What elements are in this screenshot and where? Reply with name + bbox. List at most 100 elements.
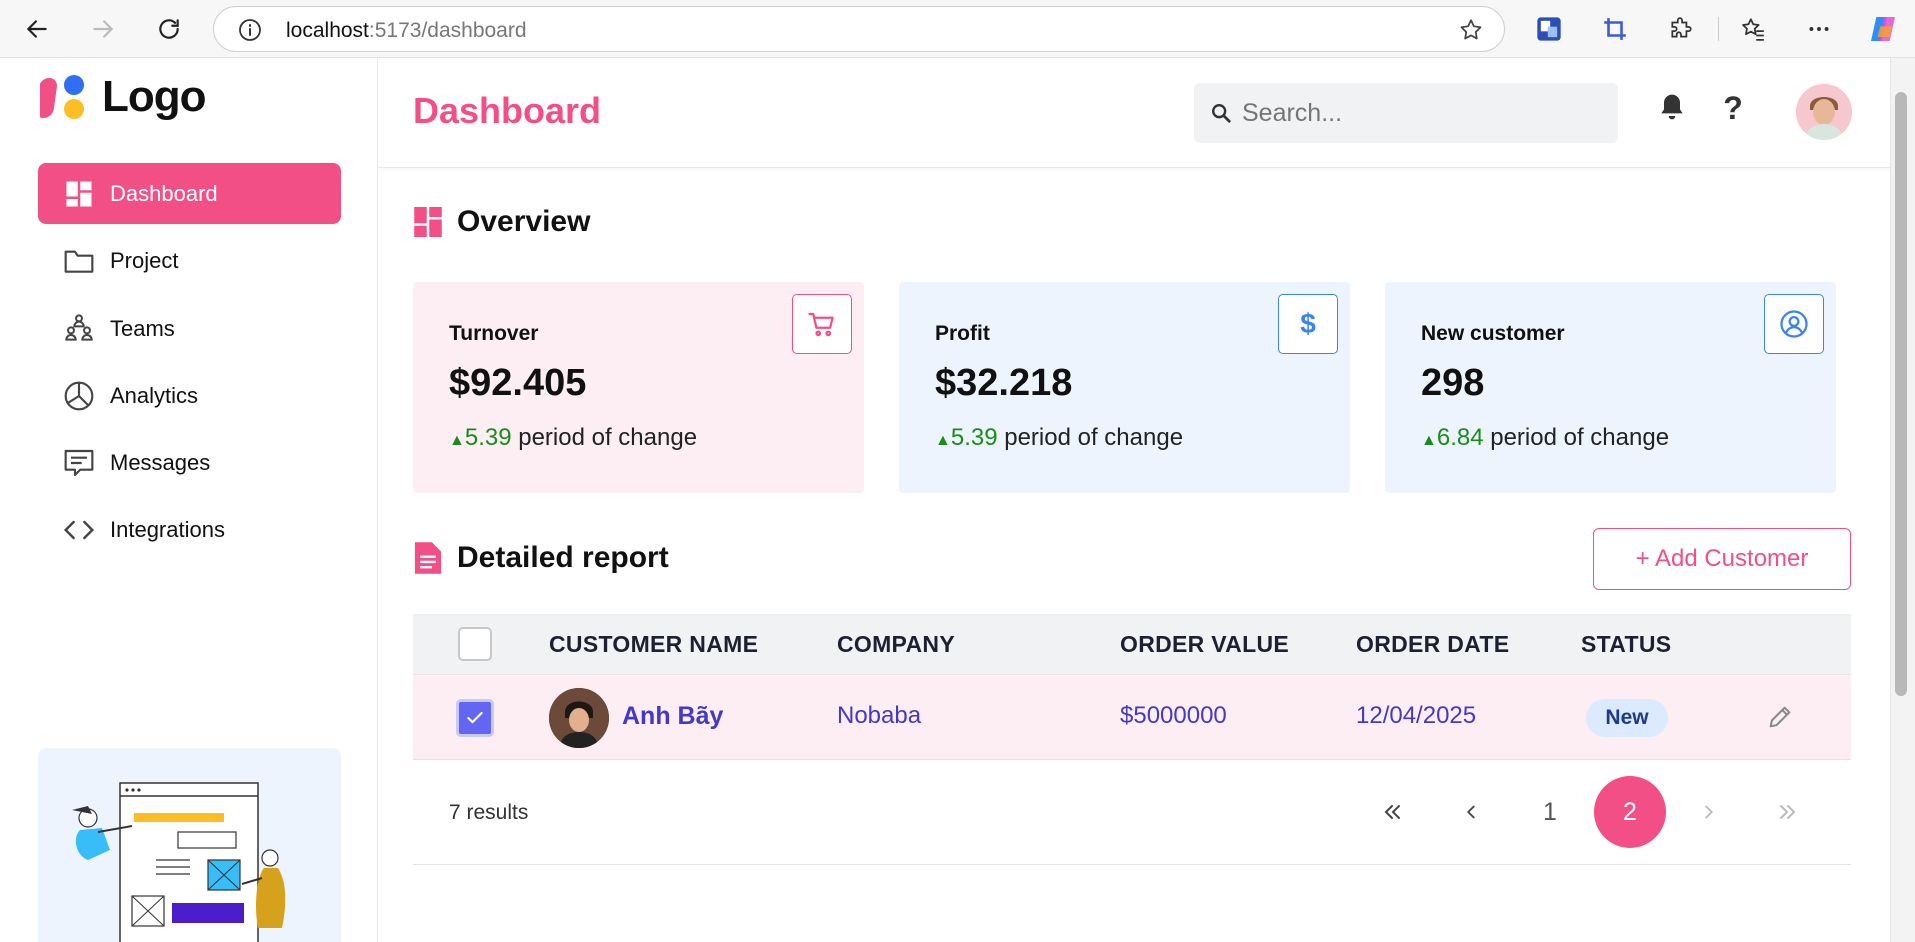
sidebar-item-project[interactable]: Project — [38, 230, 341, 291]
translate-extension-icon[interactable] — [1530, 10, 1568, 48]
sidebar-item-label: Analytics — [110, 382, 199, 408]
sidebar-item-label: Teams — [110, 315, 175, 341]
help-icon[interactable]: ? — [1713, 88, 1753, 128]
sidebar-item-teams[interactable]: Teams — [38, 298, 341, 359]
stat-label: Profit — [935, 322, 990, 345]
stat-label: Turnover — [449, 322, 539, 345]
chevron-right-icon — [1705, 805, 1714, 819]
stat-change: ▲6.84 period of change — [1421, 424, 1669, 452]
order-date-cell: 12/04/2025 — [1356, 702, 1477, 729]
logo-icon — [40, 75, 84, 119]
overview-title: Overview — [457, 205, 591, 238]
back-button[interactable] — [16, 8, 58, 50]
stat-card-profit: Profit $32.218 ▲5.39 period of change $ — [899, 282, 1350, 493]
more-menu-icon[interactable] — [1800, 10, 1838, 48]
stat-value: 298 — [1421, 362, 1485, 404]
stat-value: $92.405 — [449, 362, 587, 404]
status-badge: New — [1586, 699, 1668, 737]
top-header: Dashboard ? — [378, 58, 1890, 168]
first-page-button[interactable] — [1356, 776, 1428, 848]
sidebar-item-dashboard[interactable]: Dashboard — [38, 163, 341, 224]
stat-change-text: period of change — [1004, 424, 1184, 451]
toolbar-divider — [1718, 17, 1719, 41]
notification-bell-icon[interactable] — [1652, 88, 1692, 128]
dashboard-icon — [62, 177, 96, 211]
page-title: Dashboard — [413, 90, 602, 131]
site-info-icon — [239, 19, 261, 41]
last-page-button[interactable] — [1752, 776, 1824, 848]
up-triangle-icon: ▲ — [449, 432, 465, 449]
column-header[interactable]: COMPANY — [837, 631, 955, 658]
dollar-icon[interactable]: $ — [1278, 294, 1338, 354]
prev-page-button[interactable] — [1435, 776, 1507, 848]
customer-avatar — [549, 688, 609, 748]
double-chevron-right-icon — [1780, 805, 1796, 819]
order-value-cell: $5000000 — [1120, 702, 1227, 729]
check-icon — [467, 711, 483, 724]
scrollbar-thumb[interactable] — [1895, 92, 1907, 696]
logo[interactable]: Logo — [40, 72, 207, 122]
overview-dashboard-icon — [414, 207, 442, 237]
stat-change: ▲5.39 period of change — [449, 424, 697, 452]
stat-change-value: 6.84 — [1436, 424, 1484, 451]
edit-pencil-icon[interactable] — [1766, 703, 1794, 736]
column-header[interactable]: ORDER VALUE — [1120, 631, 1289, 658]
user-circle-icon[interactable] — [1764, 294, 1824, 354]
table-row[interactable]: Anh Bãy Nobaba $5000000 12/04/2025 New — [413, 675, 1851, 760]
stat-change: ▲5.39 period of change — [935, 424, 1183, 452]
logo-text: Logo — [102, 72, 207, 121]
sidebar-item-messages[interactable]: Messages — [38, 432, 341, 493]
search-icon — [1210, 102, 1232, 129]
add-customer-button[interactable]: + Add Customer — [1593, 528, 1851, 590]
report-heading: Detailed report — [413, 541, 669, 575]
sidebar-item-analytics[interactable]: Analytics — [38, 365, 341, 426]
copilot-icon[interactable] — [1864, 10, 1902, 48]
teams-icon — [62, 312, 96, 346]
select-all-checkbox[interactable] — [458, 627, 492, 661]
url-text: localhost:5173/dashboard — [286, 19, 527, 42]
sidebar-item-label: Project — [110, 247, 179, 273]
favorite-star-icon — [1460, 19, 1482, 40]
sidebar-item-label: Integrations — [110, 516, 225, 542]
row-checkbox[interactable] — [456, 699, 494, 737]
sidebar-item-label: Messages — [110, 449, 211, 475]
sidebar-item-integrations[interactable]: Integrations — [38, 499, 341, 560]
overview-heading: Overview — [413, 205, 590, 239]
column-header[interactable]: ORDER DATE — [1356, 631, 1509, 658]
reload-icon — [159, 19, 179, 39]
stat-card-turnover: Turnover $92.405 ▲5.39 period of change — [413, 282, 864, 493]
cart-icon[interactable] — [792, 294, 852, 354]
favorites-icon[interactable] — [1734, 10, 1772, 48]
back-arrow-icon — [26, 20, 47, 38]
column-header[interactable]: CUSTOMER NAME — [549, 631, 758, 658]
page-button-2[interactable]: 2 — [1594, 776, 1666, 848]
sidebar-illustration — [38, 748, 341, 942]
search-input[interactable] — [1242, 97, 1602, 129]
sidebar-item-label: Dashboard — [110, 180, 218, 206]
browser-toolbar: localhost:5173/dashboard — [0, 0, 1915, 58]
forward-button[interactable] — [82, 8, 124, 50]
extensions-puzzle-icon[interactable] — [1662, 10, 1700, 48]
crop-extension-icon[interactable] — [1596, 10, 1634, 48]
page-button-1[interactable]: 1 — [1514, 776, 1586, 848]
table-bottom-divider — [413, 864, 1851, 865]
user-avatar[interactable] — [1796, 84, 1852, 140]
stat-card-new-customer: New customer 298 ▲6.84 period of change — [1385, 282, 1836, 493]
code-icon — [62, 513, 96, 547]
company-cell: Nobaba — [837, 702, 922, 729]
document-icon — [414, 542, 442, 574]
stat-change-value: 5.39 — [464, 424, 512, 451]
sidebar: Logo Dashboard Project Teams Analytics M… — [0, 58, 378, 942]
up-triangle-icon: ▲ — [935, 432, 951, 449]
message-icon — [62, 446, 96, 480]
table-header-row: CUSTOMER NAME COMPANY ORDER VALUE ORDER … — [413, 614, 1851, 675]
customer-name-link[interactable]: Anh Bãy — [622, 702, 723, 731]
stat-change-value: 5.39 — [950, 424, 998, 451]
column-header[interactable]: STATUS — [1581, 631, 1671, 658]
search-box[interactable] — [1194, 83, 1618, 143]
stat-value: $32.218 — [935, 362, 1073, 404]
reload-button[interactable] — [148, 8, 190, 50]
results-count: 7 results — [449, 801, 529, 824]
address-bar[interactable]: localhost:5173/dashboard — [213, 6, 1505, 52]
next-page-button[interactable] — [1673, 776, 1745, 848]
